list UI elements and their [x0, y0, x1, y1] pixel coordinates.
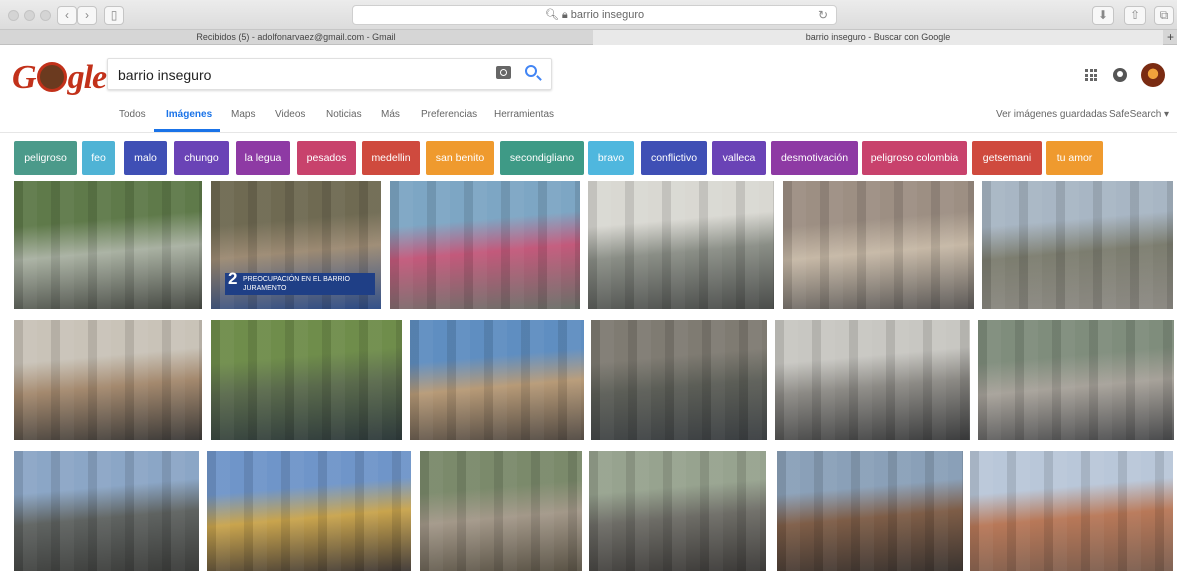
- chip-pesados[interactable]: pesados: [297, 141, 356, 175]
- image-result-street-trees[interactable]: [14, 181, 202, 309]
- back-button[interactable]: ‹: [57, 6, 77, 25]
- image-result-collage-street[interactable]: [978, 320, 1174, 440]
- image-detail: [970, 451, 1173, 571]
- chip-feo[interactable]: feo: [82, 141, 115, 175]
- address-text: barrio inseguro: [570, 9, 645, 21]
- chip-getsemani[interactable]: getsemani: [972, 141, 1042, 175]
- tab-maps[interactable]: Maps: [231, 109, 255, 120]
- image-result-hillside-favela[interactable]: [970, 451, 1173, 571]
- news-caption-text: PREOCUPACIÓN EN EL BARRIO JURAMENTO: [243, 276, 350, 292]
- tab-search[interactable]: barrio inseguro - Buscar con Google: [593, 30, 1163, 45]
- browser-toolbar: ‹ › ▯ 🔍︎ 🔒︎ barrio inseguro ↻ ⬇ ⇧ ⧉: [0, 0, 1177, 30]
- search-box: [107, 58, 552, 90]
- image-result-news-broadcast[interactable]: 2 PREOCUPACIÓN EN EL BARRIO JURAMENTO: [211, 181, 381, 309]
- tab-noticias[interactable]: Noticias: [326, 109, 362, 120]
- image-detail: [591, 320, 767, 440]
- image-result-monument-square[interactable]: [775, 320, 970, 440]
- forward-button[interactable]: ›: [77, 6, 97, 25]
- image-detail: [783, 181, 974, 309]
- search-icon[interactable]: [525, 65, 537, 77]
- chip-medellin[interactable]: medellin: [362, 141, 420, 175]
- search-header: Ggle Todos Imágenes Maps Videos Noticias…: [0, 45, 1177, 133]
- chip-chungo[interactable]: chungo: [174, 141, 229, 175]
- notifications-icon[interactable]: [1113, 68, 1127, 82]
- tab-imagenes[interactable]: Imágenes: [166, 109, 212, 120]
- camera-icon[interactable]: [496, 66, 511, 79]
- image-detail: [775, 320, 970, 440]
- chip-peligroso-colombia[interactable]: peligroso colombia: [862, 141, 967, 175]
- safesearch-dropdown[interactable]: SafeSearch ▾: [1109, 109, 1169, 120]
- image-result-graffiti-street[interactable]: [390, 181, 580, 309]
- image-result-yellow-buildings[interactable]: [207, 451, 411, 571]
- image-detail: [410, 320, 584, 440]
- chip-tu-amor[interactable]: tu amor: [1046, 141, 1103, 175]
- avatar[interactable]: [1141, 63, 1165, 87]
- address-bar[interactable]: 🔍︎ 🔒︎ barrio inseguro ↻: [352, 5, 837, 25]
- image-result-benches[interactable]: [589, 451, 766, 571]
- chip-valleca[interactable]: valleca: [712, 141, 766, 175]
- news-caption-bar: 2 PREOCUPACIÓN EN EL BARRIO JURAMENTO: [225, 269, 375, 295]
- chip-desmotivación[interactable]: desmotivación: [771, 141, 858, 175]
- image-result-balconies[interactable]: [410, 320, 584, 440]
- tab-preferencias[interactable]: Preferencias: [421, 109, 477, 120]
- image-detail: [589, 451, 766, 571]
- reload-icon[interactable]: ↻: [818, 6, 828, 25]
- tab-mas[interactable]: Más: [381, 109, 400, 120]
- zoom-window-button[interactable]: [40, 10, 51, 21]
- image-result-trucks[interactable]: [14, 320, 202, 440]
- chip-bravo[interactable]: bravo: [588, 141, 634, 175]
- image-result-courtyard[interactable]: [591, 320, 767, 440]
- doodle-face-icon: [36, 62, 67, 92]
- chip-la-legua[interactable]: la legua: [236, 141, 290, 175]
- apps-grid-icon[interactable]: [1085, 69, 1097, 81]
- search-input[interactable]: [118, 65, 478, 85]
- tab-todos[interactable]: Todos: [119, 109, 146, 120]
- new-tab-button[interactable]: +: [1164, 30, 1177, 45]
- tab-gmail[interactable]: Recibidos (5) - adolfonarvaez@gmail.com …: [0, 30, 592, 45]
- image-detail: [211, 320, 402, 440]
- saved-images-link[interactable]: Ver imágenes guardadas: [996, 109, 1107, 120]
- image-detail: [982, 181, 1173, 309]
- google-logo[interactable]: Ggle: [12, 59, 107, 97]
- image-detail: [14, 451, 199, 571]
- news-caption-number: 2: [228, 269, 238, 288]
- image-detail: [14, 181, 202, 309]
- chip-peligroso[interactable]: peligroso: [14, 141, 77, 175]
- related-searches: peligroso feo malo chungo la legua pesados med…: [0, 141, 1177, 175]
- image-detail: [207, 451, 411, 571]
- tab-bar: Recibidos (5) - adolfonarvaez@gmail.com …: [0, 30, 1177, 45]
- image-detail: [420, 451, 582, 571]
- image-detail: [978, 320, 1174, 440]
- chip-conflictivo[interactable]: conflictivo: [641, 141, 707, 175]
- downloads-icon[interactable]: ⬇: [1092, 6, 1114, 25]
- image-result-people-park[interactable]: [211, 320, 402, 440]
- chip-san-benito[interactable]: san benito: [426, 141, 494, 175]
- image-result-people-sitting[interactable]: [420, 451, 582, 571]
- image-result-kiosk[interactable]: [14, 451, 199, 571]
- image-detail: [588, 181, 774, 309]
- chip-secondigliano[interactable]: secondigliano: [500, 141, 584, 175]
- sidebar-toggle-icon[interactable]: ▯: [104, 6, 124, 25]
- image-detail: [14, 320, 202, 440]
- share-icon[interactable]: ⇧: [1124, 6, 1146, 25]
- image-result-graffiti-alley[interactable]: [783, 181, 974, 309]
- image-result-industrial-road[interactable]: [982, 181, 1173, 309]
- close-window-button[interactable]: [8, 10, 19, 21]
- tab-herramientas[interactable]: Herramientas: [494, 109, 554, 120]
- chip-malo[interactable]: malo: [124, 141, 167, 175]
- tabs-overview-icon[interactable]: ⧉: [1154, 6, 1174, 25]
- selected-tab-indicator: [154, 129, 220, 132]
- search-icon: 🔍︎ 🔒︎: [544, 9, 568, 21]
- image-detail: [777, 451, 963, 571]
- image-result-white-houses[interactable]: [588, 181, 774, 309]
- minimize-window-button[interactable]: [24, 10, 35, 21]
- image-detail: [390, 181, 580, 309]
- image-result-wires-street[interactable]: [777, 451, 963, 571]
- tab-videos[interactable]: Videos: [275, 109, 305, 120]
